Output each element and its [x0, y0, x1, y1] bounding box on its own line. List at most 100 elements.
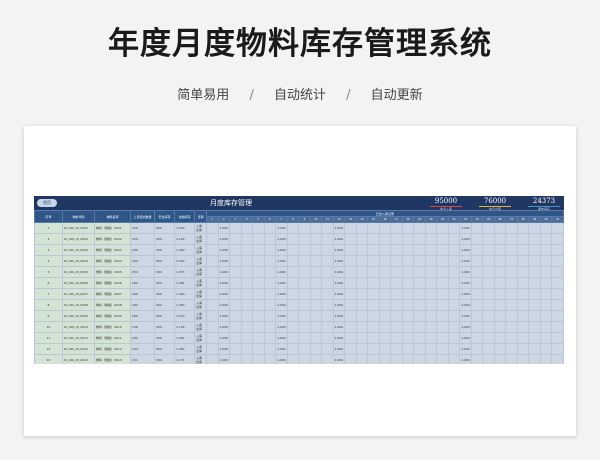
day-cell[interactable]	[436, 277, 449, 289]
day-cell[interactable]	[528, 332, 541, 344]
day-cell[interactable]	[252, 299, 265, 311]
day-cell[interactable]	[424, 244, 438, 256]
day-cell[interactable]: 1,000	[459, 343, 472, 355]
day-cell[interactable]	[206, 255, 219, 267]
day-cell[interactable]: 1,000	[332, 343, 346, 355]
day-cell[interactable]: 1,000	[332, 255, 346, 267]
day-cell[interactable]	[424, 310, 438, 322]
day-cell[interactable]	[344, 321, 357, 333]
day-cell[interactable]: 1,000	[459, 233, 472, 245]
day-cell[interactable]	[378, 244, 392, 256]
day-cell[interactable]	[240, 244, 254, 256]
cell-prev[interactable]: 151	[130, 354, 155, 364]
day-cell[interactable]	[493, 244, 507, 256]
day-cell[interactable]	[263, 255, 277, 267]
day-cell[interactable]	[206, 343, 219, 355]
cell-prev[interactable]: 180	[130, 310, 155, 322]
day-cell[interactable]	[401, 332, 415, 344]
day-cell[interactable]	[252, 233, 265, 245]
day-cell[interactable]	[263, 233, 277, 245]
day-cell[interactable]	[321, 288, 334, 300]
day-cell[interactable]	[240, 277, 254, 289]
day-cell[interactable]	[378, 310, 392, 322]
day-cell[interactable]	[229, 288, 242, 300]
day-cell[interactable]	[482, 310, 495, 322]
day-cell[interactable]	[367, 277, 380, 289]
day-cell[interactable]	[436, 299, 449, 311]
day-cell[interactable]	[539, 233, 553, 245]
day-cell[interactable]: 1,000	[217, 288, 231, 300]
day-cell[interactable]	[505, 354, 518, 364]
day-cell[interactable]: 1,000	[332, 244, 346, 256]
day-cell[interactable]	[424, 354, 438, 364]
day-cell[interactable]: 1,000	[332, 288, 346, 300]
day-cell[interactable]: 1,000	[217, 266, 231, 278]
day-cell[interactable]	[424, 233, 438, 245]
day-cell[interactable]	[505, 321, 518, 333]
day-cell[interactable]	[240, 310, 254, 322]
day-cell[interactable]	[539, 299, 553, 311]
cell-name[interactable]: 物料（规格）0005	[94, 266, 131, 278]
day-cell[interactable]	[470, 255, 484, 267]
day-cell[interactable]	[482, 343, 495, 355]
day-cell[interactable]	[240, 288, 254, 300]
cell-name[interactable]: 物料（规格）0010	[94, 321, 131, 333]
day-cell[interactable]	[447, 266, 461, 278]
day-cell[interactable]	[505, 233, 518, 245]
day-cell[interactable]	[516, 233, 530, 245]
day-cell[interactable]	[436, 321, 449, 333]
day-cell[interactable]	[551, 299, 564, 311]
day-cell[interactable]	[309, 222, 323, 234]
cell-current[interactable]: 1,136	[174, 321, 195, 333]
day-cell[interactable]	[286, 233, 300, 245]
day-cell[interactable]	[298, 277, 311, 289]
day-cell[interactable]	[413, 354, 426, 364]
day-cell[interactable]	[528, 321, 541, 333]
cell-safety[interactable]: 300	[154, 255, 175, 267]
day-cell[interactable]	[367, 343, 380, 355]
day-cell[interactable]	[378, 321, 392, 333]
day-cell[interactable]	[252, 310, 265, 322]
day-cell[interactable]	[447, 299, 461, 311]
day-cell[interactable]	[424, 343, 438, 355]
day-cell[interactable]	[263, 222, 277, 234]
day-cell[interactable]: 1,000	[459, 299, 472, 311]
day-cell[interactable]	[309, 266, 323, 278]
day-cell[interactable]	[229, 299, 242, 311]
day-cell[interactable]	[229, 277, 242, 289]
cell-prev[interactable]: 190	[130, 244, 155, 256]
day-cell[interactable]	[493, 277, 507, 289]
cell-code[interactable]: W_GDL_M_0007	[62, 288, 95, 300]
day-cell[interactable]	[298, 233, 311, 245]
day-cell[interactable]	[482, 354, 495, 364]
day-cell[interactable]	[470, 354, 484, 364]
day-cell[interactable]	[401, 299, 415, 311]
day-cell[interactable]	[367, 288, 380, 300]
day-cell[interactable]	[240, 255, 254, 267]
day-cell[interactable]	[355, 299, 369, 311]
day-cell[interactable]	[286, 310, 300, 322]
day-cell[interactable]	[355, 277, 369, 289]
day-cell[interactable]	[551, 266, 564, 278]
day-cell[interactable]	[447, 354, 461, 364]
day-cell[interactable]	[493, 343, 507, 355]
day-cell[interactable]	[505, 343, 518, 355]
day-cell[interactable]	[367, 233, 380, 245]
day-cell[interactable]	[206, 310, 219, 322]
day-cell[interactable]	[344, 266, 357, 278]
day-cell[interactable]	[493, 222, 507, 234]
day-cell[interactable]	[309, 288, 323, 300]
day-cell[interactable]	[344, 222, 357, 234]
day-cell[interactable]: 1,000	[217, 321, 231, 333]
cell-name[interactable]: 物料（规格）0008	[94, 299, 131, 311]
day-cell[interactable]	[309, 233, 323, 245]
day-cell[interactable]: 1,000	[275, 299, 288, 311]
day-cell[interactable]: 1,000	[275, 310, 288, 322]
day-cell[interactable]	[229, 233, 242, 245]
day-cell[interactable]	[528, 244, 541, 256]
day-cell[interactable]	[263, 354, 277, 364]
day-cell[interactable]	[482, 255, 495, 267]
day-cell[interactable]	[516, 343, 530, 355]
day-cell[interactable]	[229, 321, 242, 333]
day-cell[interactable]	[551, 310, 564, 322]
